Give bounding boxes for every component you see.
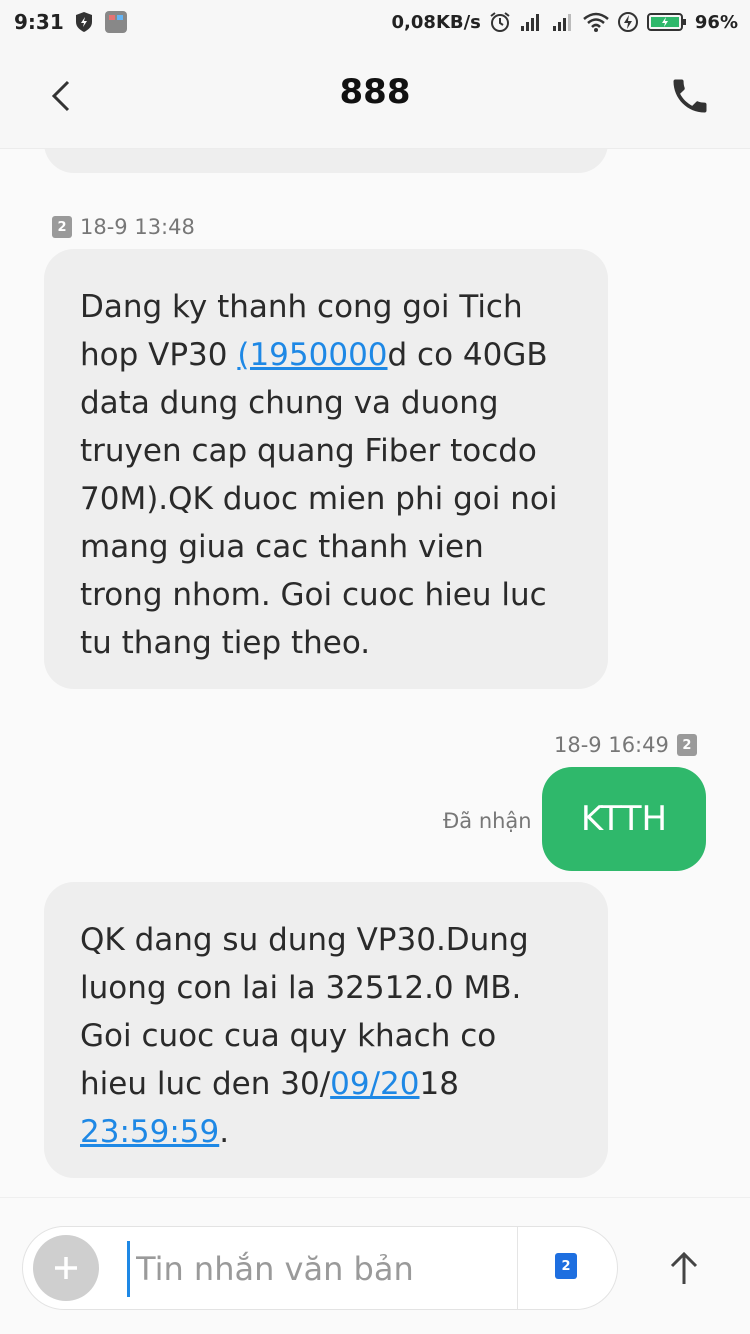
message-link[interactable]: (1950000	[237, 337, 387, 373]
divider	[517, 1227, 518, 1309]
network-speed: 0,08KB/s	[391, 11, 481, 33]
battery-percent: 96%	[694, 11, 738, 33]
alarm-icon	[489, 11, 511, 33]
message-text: .	[219, 1114, 230, 1150]
phone-icon	[673, 79, 707, 113]
message-text: d co 40GB data dung chung va duong truye…	[80, 337, 558, 661]
shield-icon	[74, 11, 94, 33]
send-button[interactable]	[656, 1240, 712, 1296]
message-bubble-incoming[interactable]: QK dang su dung VP30.Dung luong con lai …	[44, 882, 608, 1178]
charging-icon	[617, 11, 639, 33]
message-text: 18	[419, 1066, 459, 1102]
battery-icon	[646, 12, 687, 32]
message-timestamp: 2 18-9 13:48	[52, 215, 195, 239]
message-text: QK dang su dung VP30.Dung luong con lai …	[80, 922, 529, 1102]
signal-sim2-icon	[551, 12, 575, 32]
app-header: 888	[0, 44, 750, 149]
message-input[interactable]	[127, 1241, 518, 1297]
message-bubble-incoming[interactable]: Dang ky thanh cong goi Tich hop VP30 (19…	[44, 249, 608, 689]
arrow-up-icon	[670, 1251, 698, 1284]
wifi-icon	[583, 12, 609, 32]
plus-icon	[55, 1257, 77, 1279]
status-time: 9:31	[14, 10, 64, 34]
contact-title: 888	[339, 72, 411, 112]
attach-button[interactable]	[33, 1235, 99, 1301]
message-text: KTTH	[580, 799, 668, 839]
signal-sim1-icon	[519, 12, 543, 32]
composer-bar: 2	[0, 1197, 750, 1334]
message-link[interactable]: 23:59:59	[80, 1114, 219, 1150]
message-link[interactable]: 09/20	[330, 1066, 419, 1102]
sim-badge: 2	[676, 734, 697, 756]
sim-badge: 2	[52, 216, 72, 238]
delivery-status: Đã nhận	[443, 809, 532, 833]
app-notification-icon	[104, 10, 128, 34]
sim-select-button[interactable]: 2	[555, 1253, 577, 1279]
call-button[interactable]	[668, 74, 712, 118]
message-bubble-outgoing[interactable]: KTTH	[542, 767, 706, 871]
conversation-thread[interactable]: 2 18-9 13:48 Dang ky thanh cong goi Tich…	[0, 149, 750, 1197]
composer-pill: 2	[22, 1226, 618, 1310]
status-bar: 9:31 0,08KB/s 96%	[0, 0, 750, 44]
message-timestamp: 18-9 16:49 2	[554, 733, 697, 757]
message-bubble-previous[interactable]	[44, 149, 608, 173]
